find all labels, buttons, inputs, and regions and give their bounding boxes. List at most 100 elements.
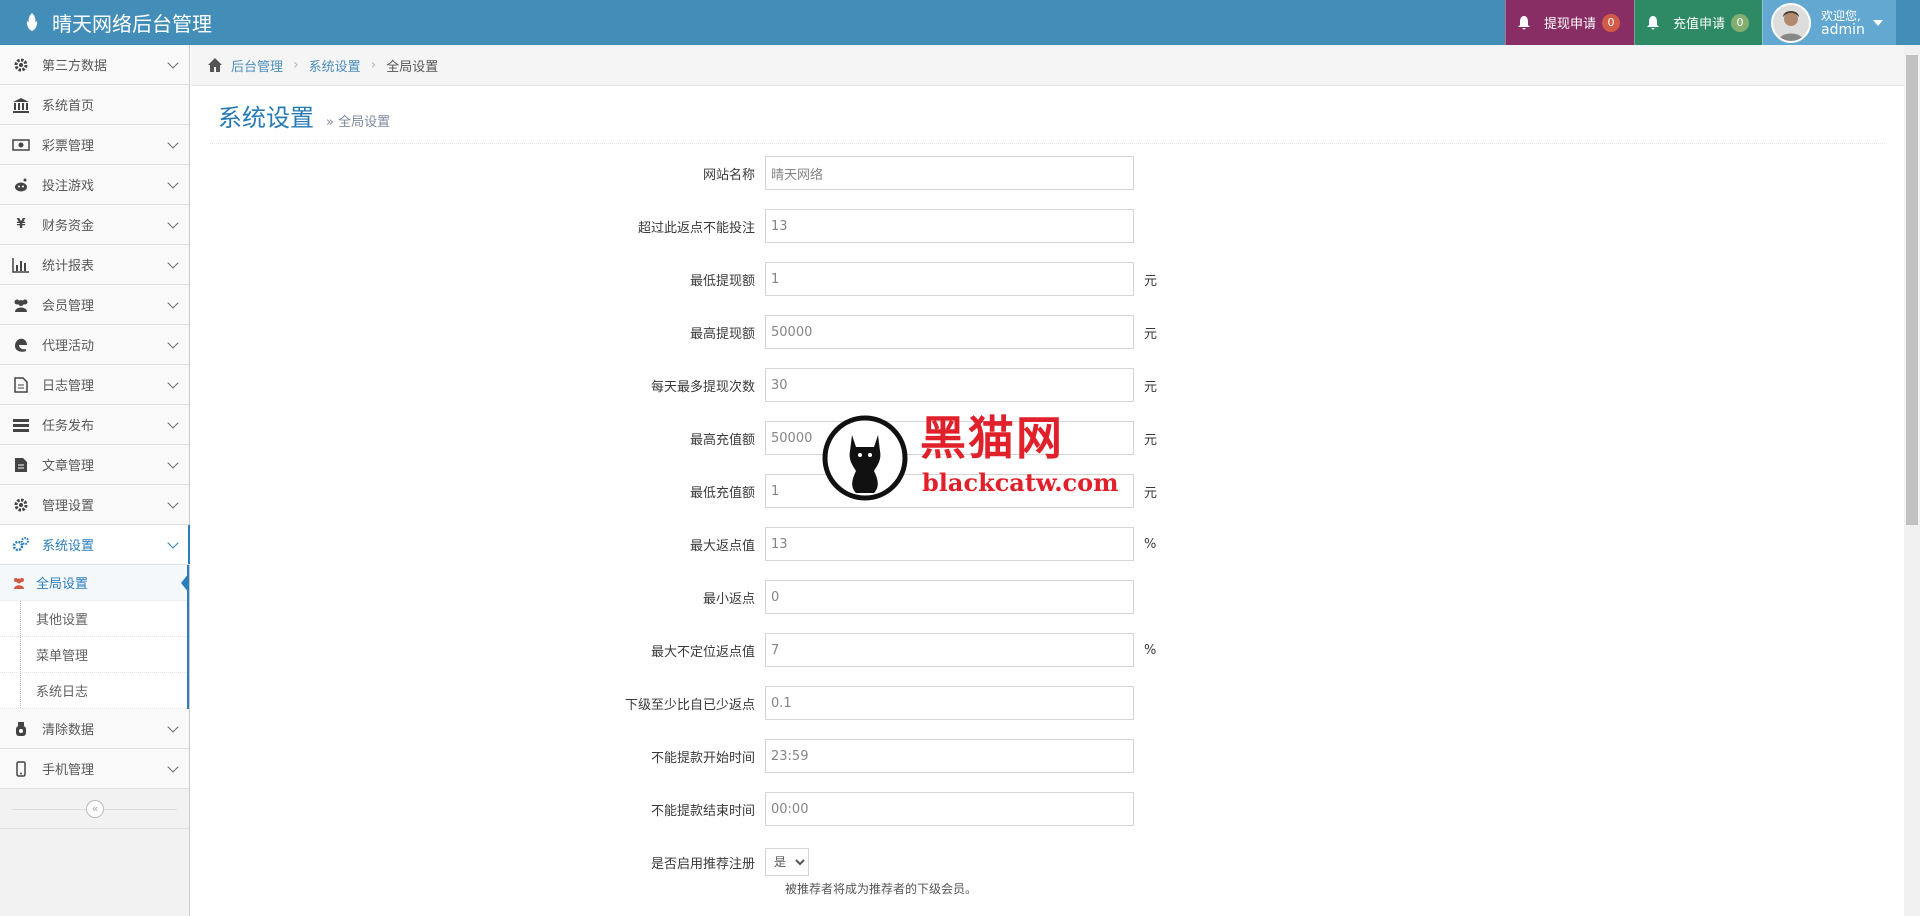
- sidebar-collapse-bar: «: [0, 789, 189, 829]
- no-withdraw-end-input[interactable]: [765, 792, 1134, 826]
- sidebar-item-tasks[interactable]: 任务发布: [0, 405, 189, 445]
- bank-icon: [12, 96, 30, 114]
- sidebar-item-articles[interactable]: 文章管理: [0, 445, 189, 485]
- sidebar-item-reports[interactable]: 统计报表: [0, 245, 189, 285]
- sidebar-item-logs[interactable]: 日志管理: [0, 365, 189, 405]
- document-icon: [12, 456, 30, 474]
- sidebar-item-label: 任务发布: [42, 419, 95, 434]
- sidebar-item-label: 清除数据: [42, 723, 95, 738]
- max-rebate-bet-input[interactable]: [765, 209, 1134, 243]
- submenu-item-label: 全局设置: [36, 577, 89, 592]
- min-rebate-input[interactable]: [765, 580, 1134, 614]
- chevron-down-icon: [167, 177, 179, 189]
- form-row-max-rebate: 最大返点值 %: [500, 527, 1156, 561]
- field-label: 不能提款开始时间: [650, 750, 755, 766]
- referral-select[interactable]: 是: [765, 848, 809, 876]
- max-rebate-input[interactable]: [765, 527, 1134, 561]
- avatar: [1771, 2, 1811, 43]
- page-subtitle: » 全局设置: [326, 115, 391, 130]
- page-header: 系统设置 » 全局设置: [210, 98, 1885, 144]
- sidebar-item-home[interactable]: 系统首页: [0, 85, 189, 125]
- submenu-item-other-settings[interactable]: 其他设置: [0, 601, 187, 637]
- sidebar-item-label: 投注游戏: [42, 179, 95, 194]
- field-label: 是否启用推荐注册: [650, 856, 755, 872]
- form-row-min-rebate: 最小返点: [500, 580, 1134, 614]
- unit-label: 元: [1144, 326, 1158, 342]
- sidebar-item-label: 文章管理: [42, 459, 95, 474]
- sidebar-item-members[interactable]: 会员管理: [0, 285, 189, 325]
- chevron-down-icon: [167, 721, 179, 733]
- money-icon: [12, 136, 30, 154]
- sidebar-item-label: 财务资金: [42, 219, 95, 234]
- form-row-daily-withdraw-count: 每天最多提现次数 元: [500, 368, 1157, 402]
- withdraw-count-badge: 0: [1602, 13, 1621, 32]
- chevron-down-icon: [167, 377, 179, 389]
- field-label: 最小返点: [702, 591, 755, 607]
- sidebar-item-third-party-data[interactable]: 第三方数据: [0, 45, 189, 85]
- page-scrollbar-thumb[interactable]: [1906, 55, 1918, 525]
- unit-label: %: [1144, 536, 1157, 552]
- no-withdraw-start-input[interactable]: [765, 739, 1134, 773]
- file-icon: [12, 376, 30, 394]
- black-cat-logo-icon: [822, 415, 908, 501]
- daily-withdraw-count-input[interactable]: [765, 368, 1134, 402]
- sidebar-item-admin-settings[interactable]: 管理设置: [0, 485, 189, 525]
- unit-label: 元: [1144, 273, 1158, 289]
- breadcrumb-current: 全局设置: [386, 59, 439, 75]
- min-withdraw-input[interactable]: [765, 262, 1134, 296]
- sidebar-item-label: 会员管理: [42, 299, 95, 314]
- submenu-item-global-settings[interactable]: 全局设置: [0, 565, 189, 601]
- bar-chart-icon: [12, 256, 30, 274]
- submenu-item-menu-management[interactable]: 菜单管理: [0, 637, 187, 673]
- referral-help-text: 被推荐者将成为推荐者的下级会员。: [785, 882, 978, 896]
- form-row-max-unlocated-rebate: 最大不定位返点值 %: [500, 633, 1156, 667]
- field-label: 最高提现额: [689, 326, 755, 342]
- max-unlocated-rebate-input[interactable]: [765, 633, 1134, 667]
- recharge-label: 充值申请: [1673, 17, 1726, 32]
- sidebar-item-agent-activity[interactable]: 代理活动: [0, 325, 189, 365]
- breadcrumb: 后台管理 › 系统设置 › 全局设置: [191, 45, 1904, 86]
- sidebar-item-mobile[interactable]: 手机管理: [0, 749, 189, 789]
- field-label: 最高充值额: [689, 432, 755, 448]
- submenu-item-system-log[interactable]: 系统日志: [0, 673, 187, 709]
- welcome-text: 欢迎您,: [1821, 8, 1861, 23]
- breadcrumb-home-link[interactable]: 后台管理: [231, 56, 283, 75]
- brand[interactable]: 晴天网络后台管理: [20, 0, 212, 45]
- site-name-input[interactable]: [765, 156, 1134, 190]
- rebel-logo-icon: [26, 12, 38, 31]
- username: admin: [1821, 21, 1865, 38]
- chevron-down-icon: [167, 457, 179, 469]
- subordinate-rebate-diff-input[interactable]: [765, 686, 1134, 720]
- collapse-sidebar-icon[interactable]: «: [86, 800, 104, 818]
- top-navbar: 晴天网络后台管理 提现申请 0 充值申请 0 欢迎您, admin: [0, 0, 1920, 45]
- field-label: 最低充值额: [689, 485, 755, 501]
- gear-icon: [12, 496, 30, 514]
- user-menu-button[interactable]: 欢迎您, admin: [1762, 0, 1896, 45]
- chevron-down-icon: [167, 497, 179, 509]
- sidebar-item-label: 彩票管理: [42, 139, 95, 154]
- withdraw-request-button[interactable]: 提现申请 0: [1505, 0, 1634, 45]
- sidebar-item-clear-data[interactable]: 清除数据: [0, 709, 189, 749]
- watermark-en-text: blackcatw.com: [922, 468, 1119, 497]
- submenu-item-label: 其他设置: [36, 613, 89, 628]
- submenu-item-label: 菜单管理: [36, 649, 89, 664]
- recharge-count-badge: 0: [1731, 13, 1750, 32]
- sidebar-item-label: 管理设置: [42, 499, 95, 514]
- sidebar-item-label: 系统首页: [42, 99, 95, 114]
- chevron-down-icon: [167, 257, 179, 269]
- unit-label: 元: [1144, 432, 1158, 448]
- recharge-request-button[interactable]: 充值申请 0: [1634, 0, 1762, 45]
- sidebar-item-system-settings[interactable]: 系统设置: [0, 525, 190, 565]
- max-withdraw-input[interactable]: [765, 315, 1134, 349]
- form-row-max-withdraw: 最高提现额 元: [500, 315, 1157, 349]
- breadcrumb-section-link[interactable]: 系统设置: [309, 56, 361, 75]
- sidebar-item-label: 日志管理: [42, 379, 95, 394]
- sidebar-item-lottery[interactable]: 彩票管理: [0, 125, 189, 165]
- chevron-right-icon: ›: [370, 57, 377, 73]
- sidebar-item-finance[interactable]: ¥ 财务资金: [0, 205, 189, 245]
- field-label: 不能提款结束时间: [650, 803, 755, 819]
- sidebar-item-label: 统计报表: [42, 259, 95, 274]
- sidebar-item-betting-games[interactable]: 投注游戏: [0, 165, 189, 205]
- form-row-min-withdraw: 最低提现额 元: [500, 262, 1157, 296]
- field-label: 下级至少比自已少返点: [624, 697, 755, 713]
